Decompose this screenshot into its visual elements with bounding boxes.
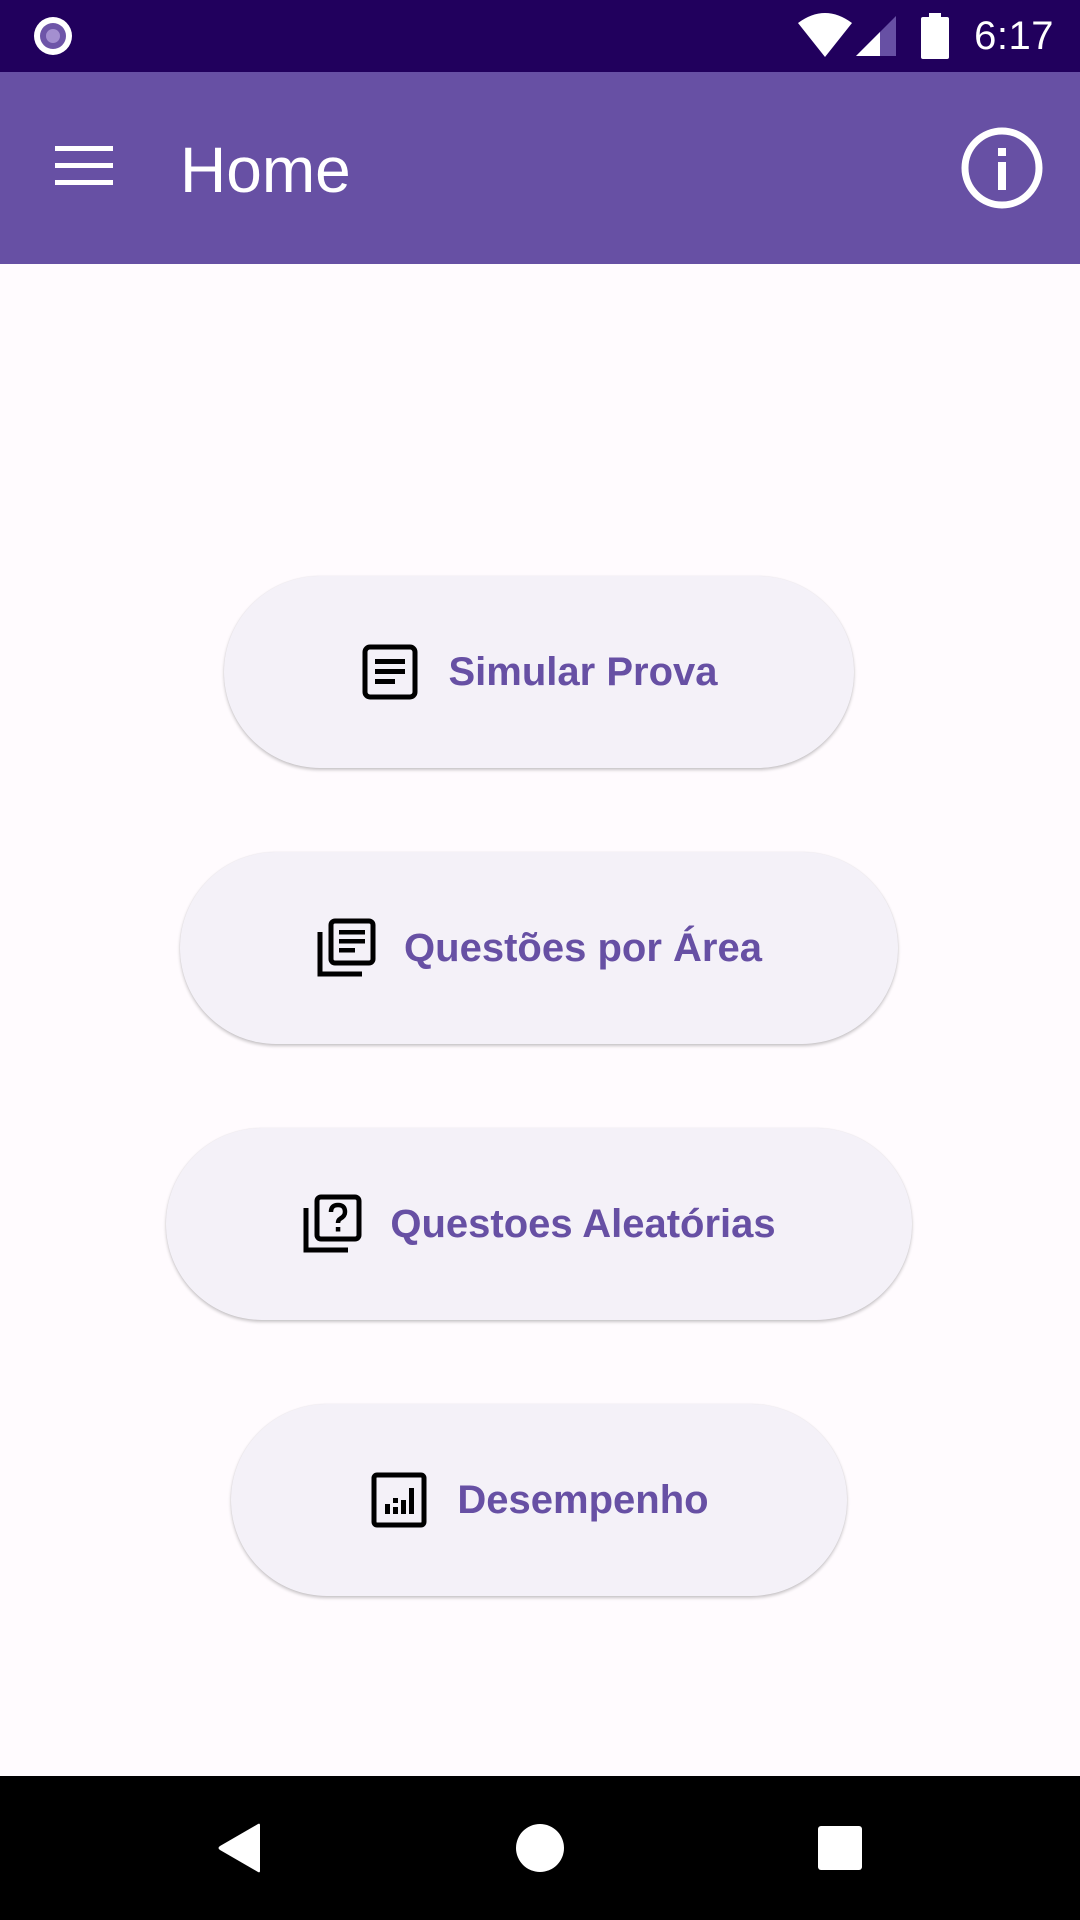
status-time: 6:17: [974, 13, 1054, 58]
questoes-aleatorias-button[interactable]: Questoes Aleatórias: [166, 1128, 912, 1320]
article-icon: [362, 644, 418, 700]
home-screen: 6:17 Home Simular Prova Questões por Áre…: [0, 0, 1080, 1920]
home-icon[interactable]: [502, 1810, 578, 1886]
wifi-icon: [798, 13, 853, 57]
quiz-icon: [303, 1194, 362, 1253]
app-notification-icon: [34, 17, 72, 55]
status-bar: 6:17: [0, 0, 1080, 72]
info-icon[interactable]: [960, 126, 1044, 210]
status-icons: 6:17: [796, 0, 1054, 72]
desempenho-button[interactable]: Desempenho: [231, 1404, 847, 1596]
signal-icon: [856, 16, 897, 56]
library-books-icon: [317, 918, 376, 977]
recents-icon[interactable]: [802, 1810, 878, 1886]
analytics-icon: [371, 1472, 427, 1528]
menu-icon[interactable]: [40, 122, 128, 210]
battery-icon: [921, 13, 950, 59]
desempenho-label: Desempenho: [457, 1477, 709, 1522]
simular-prova-button[interactable]: Simular Prova: [224, 576, 854, 768]
page-title: Home: [180, 134, 351, 206]
questoes-aleatorias-label: Questoes Aleatórias: [390, 1201, 776, 1246]
simular-prova-label: Simular Prova: [448, 649, 718, 694]
questoes-por-area-label: Questões por Área: [404, 925, 762, 970]
back-icon[interactable]: [202, 1810, 278, 1886]
questoes-por-area-button[interactable]: Questões por Área: [180, 852, 898, 1044]
top-app-bar: Home: [0, 72, 1080, 264]
system-navigation-bar: [0, 1776, 1080, 1920]
